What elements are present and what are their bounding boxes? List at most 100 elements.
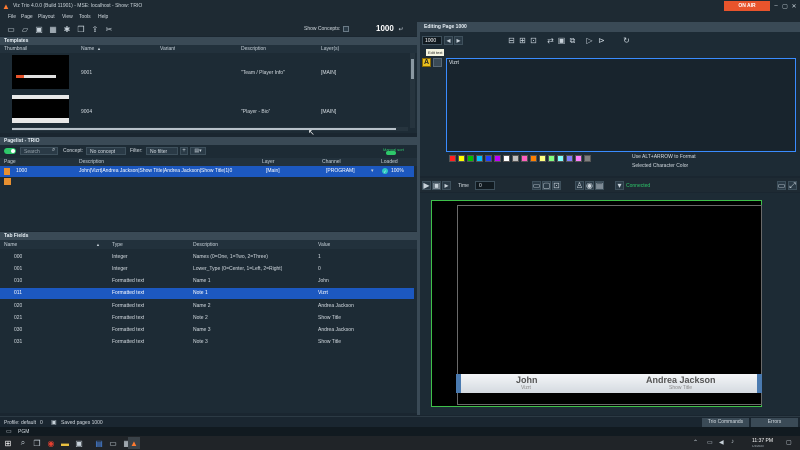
col-value[interactable]: Value [318,242,330,248]
show-concepts-checkbox[interactable] [343,26,349,32]
layers-icon[interactable]: ❒ [76,24,86,34]
col-variant[interactable]: Variant [160,46,175,52]
search-icon[interactable]: ⌕ [52,147,55,154]
color-swatch[interactable] [548,155,555,162]
color-swatch[interactable] [566,155,573,162]
color-swatch[interactable] [530,155,537,162]
dropdown-icon[interactable]: ▾ [615,181,624,190]
col-channel[interactable]: Channel [322,159,341,165]
preview-expand-icon[interactable]: ⤢ [788,181,797,190]
tabfield-row[interactable]: 000 Integer Names (0=One, 1=Two, 2=Three… [0,252,417,263]
viz-trio-taskbar-icon[interactable]: ▲ [128,437,140,449]
col-type[interactable]: Type [112,242,123,248]
save-page-icon[interactable] [546,36,555,45]
filter-options-icon[interactable]: ▤▾ [190,147,206,155]
color-swatch[interactable] [584,155,591,162]
play-next-icon[interactable]: ⊳ [597,36,606,45]
menu-view[interactable]: View [62,14,73,20]
terminal-taskbar-icon[interactable]: ▭ [108,438,118,448]
align-center-icon[interactable]: ⊞ [518,36,527,45]
bounding-box-icon[interactable]: ⊡ [552,181,561,190]
save-icon[interactable]: ▣ [34,24,44,34]
taskbar-date[interactable]: 1/4/2023 [752,444,764,448]
align-left-icon[interactable]: ⊟ [507,36,516,45]
tabfield-row-selected[interactable]: 011 Formatted text Note 1 Vizrt [0,288,414,299]
time-input[interactable]: 0 [475,181,495,190]
tabfield-row[interactable]: 021 Formatted text Note 2 Show Title [0,313,417,324]
col-page[interactable]: Page [4,159,16,165]
trio-commands-button[interactable]: Trio Commands [702,418,749,427]
col-layer[interactable]: Layer [262,159,275,165]
color-swatch[interactable] [494,155,501,162]
template-row-9004[interactable]: 9004 "Player - Bio" [MAIN] [0,95,410,125]
file-explorer-icon[interactable]: ▬ [60,438,70,448]
pagelist-row[interactable]: 1000 John|Vizrt|Andrea Jackson|Show Titl… [0,166,414,177]
editor-page-input[interactable]: 1000 [422,36,442,45]
templates-vertical-scrollbar[interactable] [410,53,415,128]
settings-gear-icon[interactable]: ✱ [62,24,72,34]
row-drag-handle[interactable] [4,168,10,175]
templates-horizontal-scrollbar[interactable] [12,127,408,131]
col-description[interactable]: Description [79,159,104,165]
color-swatch[interactable] [539,155,546,162]
safe-area-icon[interactable]: ▭ [532,181,541,190]
next-page-icon[interactable]: ▸ [454,36,463,45]
tray-speaker-icon[interactable]: ♪ [731,439,734,445]
new-page-icon[interactable]: ▭ [6,24,16,34]
text-editor-area[interactable]: Vizrt [446,58,796,152]
open-folder-icon[interactable]: ▱ [20,24,30,34]
color-swatch[interactable] [521,155,528,162]
color-swatch[interactable] [476,155,483,162]
tray-volume-icon[interactable]: ◀ [719,439,724,446]
concept-select[interactable]: No concept [86,147,126,155]
tabfield-row[interactable]: 001 Integer Lower_Type (0=Center, 1=Left… [0,264,417,275]
take-arrow-icon[interactable]: ↵ [397,25,405,33]
pagelist-toggle[interactable] [4,148,16,154]
color-swatch[interactable] [449,155,456,162]
snapshot-icon[interactable]: ▤ [595,181,604,190]
prev-page-icon[interactable]: ◂ [444,36,453,45]
vizrt-taskbar-icon[interactable]: ▤ [94,438,104,448]
cut-icon[interactable]: ✂ [104,24,114,34]
color-swatch[interactable] [512,155,519,162]
menu-file[interactable]: File [8,14,16,20]
tray-network-icon[interactable]: ▭ [707,439,713,446]
col-description[interactable]: Description [193,242,218,248]
minimize-icon[interactable]: – [772,1,780,11]
preview-continue-icon[interactable]: ▸ [442,181,451,190]
menu-tools[interactable]: Tools [79,14,91,20]
color-swatch[interactable] [485,155,492,162]
maximize-icon[interactable]: ▢ [781,1,789,11]
template-row-9001[interactable]: 9001 "Team / Player Info" [MAIN] [0,53,410,93]
color-swatch[interactable] [575,155,582,162]
filter-select[interactable]: No filter [146,147,178,155]
menu-playout[interactable]: Playout [38,14,55,20]
align-right-icon[interactable]: ⊡ [529,36,538,45]
windows-start-icon[interactable]: ⊞ [3,438,13,448]
export-icon[interactable]: ⇪ [90,24,100,34]
toggle-icon[interactable] [386,151,396,155]
refresh-icon[interactable]: ↻ [622,36,631,45]
title-area-icon[interactable]: ▢ [542,181,551,190]
pagelist-color-chip[interactable] [4,178,11,185]
add-filter-icon[interactable]: + [180,147,188,155]
search-taskbar-icon[interactable]: ⌕ [18,438,28,448]
preview-stop-icon[interactable]: ▣ [432,181,441,190]
color-swatch[interactable] [467,155,474,162]
preview-play-icon[interactable]: ▶ [422,181,431,190]
notification-icon[interactable]: ▢ [786,439,792,446]
channel-dropdown-icon[interactable]: ▾ [371,168,374,174]
text-field-icon-button[interactable]: A [422,58,431,67]
menu-page[interactable]: Page [21,14,33,20]
tray-chevron-icon[interactable]: ⌃ [693,439,698,446]
task-view-icon[interactable]: ❐ [32,438,42,448]
menu-help[interactable]: Help [98,14,108,20]
col-name[interactable]: Name [4,242,17,248]
browser-icon[interactable]: ◉ [46,438,56,448]
close-icon[interactable]: ✕ [790,1,798,11]
key-icon[interactable]: ◉ [585,181,594,190]
errors-button[interactable]: Errors [751,418,798,427]
col-layers[interactable]: Layer(s) [321,46,339,52]
play-icon[interactable]: ▷ [585,36,594,45]
user-icon[interactable]: ♙ [575,181,584,190]
